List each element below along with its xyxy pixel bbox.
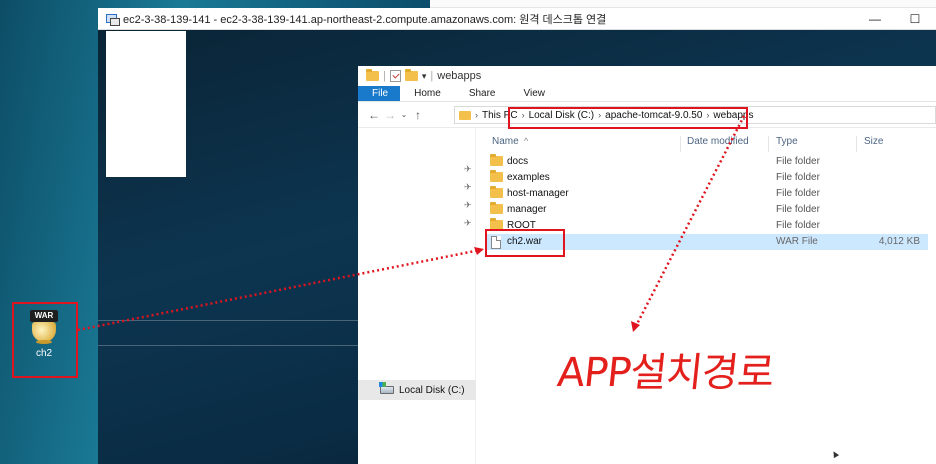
customize-toolbar-icon[interactable]: ▾ [422, 71, 427, 82]
install-path-annotation: APP설치경로 [555, 350, 776, 396]
tab-view[interactable]: View [510, 86, 560, 101]
forward-arrow-icon[interactable]: → [382, 108, 398, 122]
tab-file[interactable]: File [358, 86, 401, 101]
new-folder-icon[interactable] [404, 69, 418, 81]
file-name: examples [507, 172, 550, 183]
folder-icon [490, 154, 503, 166]
highlight-breadcrumb [508, 107, 748, 129]
highlight-desktop-icon [12, 302, 78, 378]
folder-icon [459, 110, 471, 120]
folder-icon [490, 202, 503, 214]
drive-icon [379, 382, 394, 394]
recent-locations-icon[interactable]: ⌄ [398, 110, 410, 119]
background-band [98, 345, 358, 346]
blank-panel [106, 31, 186, 177]
remote-desktop-title: ec2-3-38-139-141 - ec2-3-38-139-141.ap-n… [123, 13, 607, 26]
pin-icon[interactable]: ✈ [464, 164, 472, 175]
folder-icon [366, 69, 379, 81]
pin-icon[interactable]: ✈ [464, 218, 472, 229]
file-type: File folder [776, 188, 820, 199]
explorer-body: ✈ ✈ ✈ ✈ Local Disk (C:) ^ Name Date modi… [358, 128, 936, 464]
file-type: WAR File [776, 236, 818, 247]
maximize-button[interactable]: ☐ [898, 8, 932, 30]
minimize-button[interactable]: — [858, 8, 892, 30]
folder-icon [490, 186, 503, 198]
file-type: File folder [776, 172, 820, 183]
table-row[interactable]: docs File folder [486, 154, 928, 170]
file-type: File folder [776, 220, 820, 231]
background-window-strip [430, 0, 936, 8]
tab-home[interactable]: Home [400, 86, 455, 101]
file-name: manager [507, 204, 547, 215]
column-size[interactable]: Size [864, 136, 883, 147]
window-title: webapps [437, 70, 482, 82]
column-headers: ^ Name Date modified Type Size [478, 128, 936, 152]
file-name: host-manager [507, 188, 569, 199]
pin-icon[interactable]: ✈ [464, 182, 472, 193]
properties-icon[interactable] [389, 70, 401, 82]
file-list-pane: ^ Name Date modified Type Size docs File… [478, 128, 936, 464]
column-date-modified[interactable]: Date modified [687, 136, 749, 147]
navigation-pane: ✈ ✈ ✈ ✈ Local Disk (C:) [358, 128, 476, 464]
back-arrow-icon[interactable]: ← [366, 108, 382, 122]
file-type: File folder [776, 204, 820, 215]
tab-share[interactable]: Share [455, 86, 510, 101]
table-row[interactable]: host-manager File folder [486, 186, 928, 202]
file-size: 4,012 KB [878, 236, 920, 247]
column-type[interactable]: Type [776, 136, 798, 147]
file-type: File folder [776, 156, 820, 167]
pin-icon[interactable]: ✈ [464, 200, 472, 211]
quick-access-toolbar: | ▾ | webapps [358, 66, 936, 86]
ribbon-tabs: File Home Share View [358, 86, 936, 102]
table-row[interactable]: manager File folder [486, 202, 928, 218]
highlight-war-file [485, 229, 565, 257]
remote-desktop-icon [106, 13, 120, 26]
table-row[interactable]: examples File folder [486, 170, 928, 186]
background-band [98, 320, 358, 321]
column-name[interactable]: Name [492, 136, 519, 147]
up-arrow-icon[interactable]: ↑ [410, 108, 426, 122]
remote-desktop-title-bar[interactable]: ec2-3-38-139-141 - ec2-3-38-139-141.ap-n… [98, 8, 936, 30]
sort-ascending-icon: ^ [524, 136, 529, 146]
nav-item-label: Local Disk (C:) [399, 384, 465, 396]
chevron-right-icon: › [475, 110, 478, 120]
file-name: docs [507, 156, 529, 167]
nav-item-local-disk[interactable]: Local Disk (C:) [358, 380, 476, 400]
folder-icon [490, 170, 503, 182]
